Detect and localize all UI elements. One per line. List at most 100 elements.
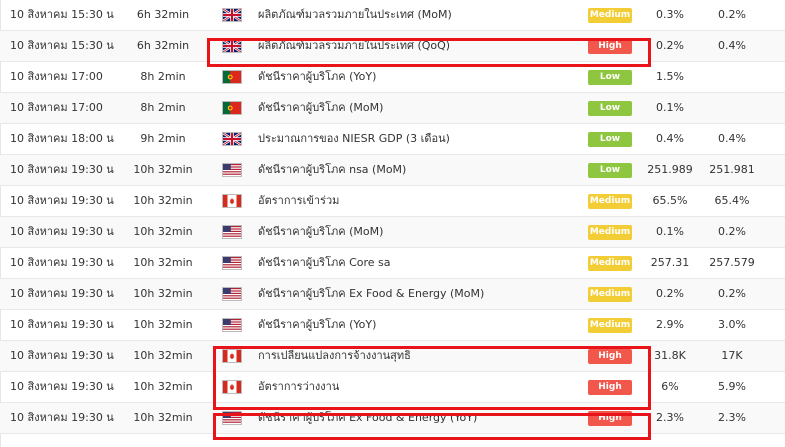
time-remaining: 10h 32min [133,411,193,424]
impact-cell: High [588,31,634,61]
impact-cell: High [588,372,634,402]
impact-cell: Medium [588,186,634,216]
time-remaining: 9h 2min [140,132,186,145]
impact-cell: Medium [588,0,634,30]
actual-value: 0.1% [656,225,684,238]
event-datetime: 10 สิงหาคม 19:30 น [10,318,114,331]
table-row[interactable]: 10 สิงหาคม 19:30 น 10h 32min ดัชนีราคาผู… [0,155,785,186]
table-row[interactable]: 10 สิงหาคม 18:00 น 9h 2min ประมาณการของ … [0,124,785,155]
event-datetime: 10 สิงหาคม 17:00 [10,101,103,114]
table-row[interactable]: 10 สิงหาคม 19:30 น 10h 32min อัตราการเข้… [0,186,785,217]
event-name[interactable]: ดัชนีราคาผู้บริโภค (MoM) [258,93,578,123]
event-name[interactable]: ดัชนีราคาผู้บริโภค (YoY) [258,310,578,340]
table-row[interactable]: 10 สิงหาคม 15:30 น 6h 32min ผลิตภัณฑ์มวล… [0,31,785,62]
impact-cell: Medium [588,279,634,309]
gb-flag-icon [221,0,243,30]
forecast-value: 0.2% [718,8,746,21]
forecast-value: 257.579 [709,256,755,269]
event-name[interactable]: อัตราการว่างงาน [258,372,578,402]
actual-value: 0.3% [656,8,684,21]
event-datetime: 10 สิงหาคม 18:00 น [10,132,114,145]
event-name[interactable]: ดัชนีราคาผู้บริโภค (MoM) [258,217,578,247]
impact-cell: High [588,341,634,371]
pt-flag-icon [221,62,243,92]
time-remaining: 8h 2min [140,70,186,83]
impact-cell: Medium [588,217,634,247]
table-row[interactable]: 10 สิงหาคม 17:00 8h 2min ดัชนีราคาผู้บริ… [0,93,785,124]
actual-value: 0.2% [656,287,684,300]
event-name[interactable]: อัตราการเข้าร่วม [258,186,578,216]
forecast-value: 2.3% [718,411,746,424]
event-name[interactable]: ดัชนีราคาผู้บริโภค (YoY) [258,62,578,92]
impact-cell: Low [588,93,634,123]
actual-value: 1.5% [656,70,684,83]
table-row[interactable]: 10 สิงหาคม 19:30 น 10h 32min ดัชนีราคาผู… [0,248,785,279]
event-datetime: 10 สิงหาคม 17:00 [10,70,103,83]
forecast-value [704,93,760,123]
forecast-value: 0.2% [718,225,746,238]
time-remaining: 10h 32min [133,256,193,269]
impact-badge: High [588,380,632,395]
event-name[interactable]: ดัชนีราคาผู้บริโภค nsa (MoM) [258,155,578,185]
time-remaining: 6h 32min [136,39,190,52]
event-datetime: 10 สิงหาคม 15:30 น [10,39,114,52]
table-row[interactable]: 10 สิงหาคม 19:30 น 10h 32min การเปลี่ยนแ… [0,341,785,372]
us-flag-icon [221,403,243,433]
event-datetime: 10 สิงหาคม 19:30 น [10,225,114,238]
impact-badge: Medium [588,287,632,302]
table-row[interactable]: 10 สิงหาคม 15:30 น 6h 32min ผลิตภัณฑ์มวล… [0,0,785,31]
ca-flag-icon [221,372,243,402]
time-remaining: 10h 32min [133,163,193,176]
event-datetime: 10 สิงหาคม 19:30 น [10,349,114,362]
time-remaining: 10h 32min [133,318,193,331]
event-name[interactable]: ประมาณการของ NIESR GDP (3 เดือน) [258,124,578,154]
time-remaining: 10h 32min [133,349,193,362]
pt-flag-icon [221,93,243,123]
forecast-value: 65.4% [714,194,750,207]
ca-flag-icon [221,341,243,371]
impact-badge: Low [588,163,632,178]
impact-badge: Low [588,132,632,147]
event-datetime: 10 สิงหาคม 19:30 น [10,287,114,300]
event-name[interactable]: การเปลี่ยนแปลงการจ้างงานสุทธิ [258,341,578,371]
gb-flag-icon [221,124,243,154]
ca-flag-icon [221,186,243,216]
table-row[interactable]: 10 สิงหาคม 19:30 น 10h 32min ดัชนีราคาผู… [0,310,785,341]
actual-value: 0.2% [656,39,684,52]
impact-badge: Low [588,70,632,85]
event-datetime: 10 สิงหาคม 15:30 น [10,8,114,21]
impact-cell: Low [588,155,634,185]
economic-calendar-table: 10 สิงหาคม 15:30 น 6h 32min ผลิตภัณฑ์มวล… [0,0,785,434]
event-name[interactable]: ผลิตภัณฑ์มวลรวมภายในประเทศ (MoM) [258,0,578,30]
actual-value: 0.4% [656,132,684,145]
table-row[interactable]: 10 สิงหาคม 17:00 8h 2min ดัชนีราคาผู้บริ… [0,62,785,93]
impact-cell: Medium [588,310,634,340]
table-row[interactable]: 10 สิงหาคม 19:30 น 10h 32min ดัชนีราคาผู… [0,403,785,434]
event-datetime: 10 สิงหาคม 19:30 น [10,411,114,424]
forecast-value: 251.981 [709,163,755,176]
impact-badge: Medium [588,194,632,209]
event-name[interactable]: ผลิตภัณฑ์มวลรวมภายในประเทศ (QoQ) [258,31,578,61]
actual-value: 251.989 [647,163,693,176]
event-name[interactable]: ดัชนีราคาผู้บริโภค Ex Food & Energy (YoY… [258,403,578,433]
time-remaining: 10h 32min [133,194,193,207]
us-flag-icon [221,217,243,247]
impact-badge: Medium [588,318,632,333]
time-remaining: 10h 32min [133,287,193,300]
table-row[interactable]: 10 สิงหาคม 19:30 น 10h 32min อัตราการว่า… [0,372,785,403]
forecast-value: 0.4% [718,132,746,145]
impact-badge: Low [588,101,632,116]
event-name[interactable]: ดัชนีราคาผู้บริโภค Ex Food & Energy (MoM… [258,279,578,309]
impact-cell: Medium [588,248,634,278]
actual-value: 0.1% [656,101,684,114]
impact-cell: High [588,403,634,433]
impact-cell: Low [588,124,634,154]
table-row[interactable]: 10 สิงหาคม 19:30 น 10h 32min ดัชนีราคาผู… [0,217,785,248]
event-name[interactable]: ดัชนีราคาผู้บริโภค Core sa [258,248,578,278]
event-datetime: 10 สิงหาคม 19:30 น [10,380,114,393]
forecast-value: 0.2% [718,287,746,300]
us-flag-icon [221,310,243,340]
event-datetime: 10 สิงหาคม 19:30 น [10,194,114,207]
table-row[interactable]: 10 สิงหาคม 19:30 น 10h 32min ดัชนีราคาผู… [0,279,785,310]
us-flag-icon [221,155,243,185]
